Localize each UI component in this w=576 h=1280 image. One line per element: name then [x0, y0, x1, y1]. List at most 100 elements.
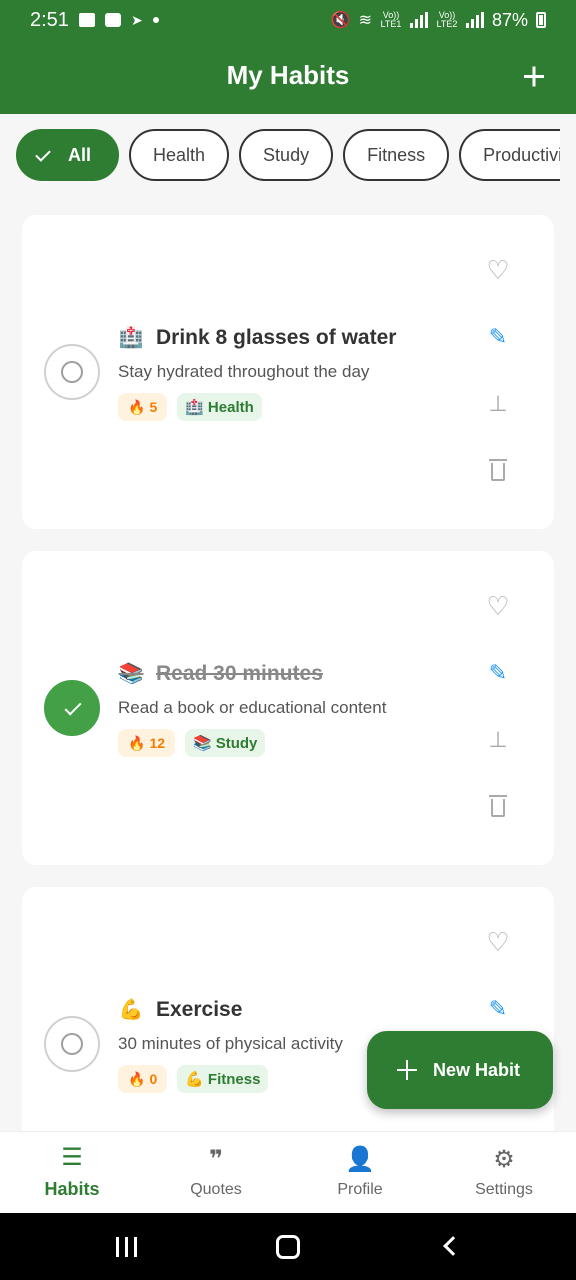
nav-label: Settings: [475, 1180, 533, 1198]
streak-badge: 🔥 0: [118, 1065, 168, 1093]
favorite-button[interactable]: ♡: [482, 926, 514, 958]
habit-tags: 🔥 5 🏥 Health: [118, 393, 262, 421]
streak-badge: 🔥 5: [118, 393, 168, 421]
complete-toggle[interactable]: [44, 344, 100, 400]
category-badge: 📚 Study: [185, 729, 266, 757]
habit-title: 📚 Read 30 minutes: [118, 661, 323, 686]
quote-icon: ❞: [208, 1145, 224, 1173]
nav-label: Quotes: [190, 1180, 242, 1198]
pencil-icon: ✎: [488, 996, 508, 1021]
category-emoji: 🏥: [185, 399, 204, 416]
filter-chip-label: Productivit: [483, 144, 560, 165]
app-bar: My Habits: [0, 40, 576, 114]
streak-count: 0: [149, 1071, 158, 1087]
pin-button[interactable]: ⊥: [482, 388, 514, 420]
habit-title: 💪 Exercise: [118, 997, 243, 1022]
habit-title-text: Exercise: [156, 997, 243, 1021]
youtube-icon: [104, 13, 121, 27]
sim2-label: Vo)) LTE2: [436, 10, 458, 29]
nav-label: Profile: [337, 1180, 383, 1198]
signal1-icon: [409, 12, 428, 28]
category-label: Fitness: [207, 1070, 261, 1088]
streak-count: 12: [149, 735, 166, 751]
habit-card[interactable]: 🏥 Drink 8 glasses of water Stay hydrated…: [22, 215, 554, 529]
filter-chip-productivity[interactable]: Productivit: [459, 129, 560, 181]
gear-icon: ⚙: [493, 1145, 515, 1173]
new-habit-label: New Habit: [433, 1059, 521, 1080]
battery-level: 87%: [491, 9, 528, 30]
pin-icon: ⊥: [488, 391, 508, 416]
category-badge: 💪 Fitness: [177, 1065, 269, 1093]
add-habit-icon[interactable]: [514, 56, 554, 96]
category-badge: 🏥 Health: [177, 393, 262, 421]
filter-chip-all[interactable]: All: [16, 129, 120, 181]
pencil-icon: ✎: [488, 660, 508, 685]
habit-card[interactable]: 📚 Read 30 minutes Read a book or educati…: [22, 551, 554, 865]
streak-badge: 🔥 12: [118, 729, 176, 757]
nav-item-settings[interactable]: ⚙ Settings: [432, 1132, 576, 1213]
filter-chip-health[interactable]: Health: [129, 129, 230, 181]
trash-icon: [489, 795, 507, 817]
mute-icon: 🔇: [330, 12, 351, 29]
delete-button[interactable]: [482, 792, 514, 824]
edit-button[interactable]: ✎: [482, 657, 514, 689]
habit-tags: 🔥 0 💪 Fitness: [118, 1065, 269, 1093]
telegram-icon: ➤: [130, 11, 143, 28]
favorite-button[interactable]: ♡: [482, 590, 514, 622]
flame-icon: 🔥: [128, 1070, 146, 1087]
check-icon: [35, 145, 51, 162]
filter-chip-fitness[interactable]: Fitness: [343, 129, 450, 181]
pencil-icon: ✎: [488, 324, 508, 349]
habit-emoji: 💪: [118, 999, 144, 1021]
home-icon[interactable]: [276, 1235, 300, 1259]
new-habit-button[interactable]: New Habit: [367, 1031, 553, 1109]
complete-toggle[interactable]: [44, 1016, 100, 1072]
notification-dot-icon: [152, 17, 159, 23]
delete-button[interactable]: [482, 456, 514, 488]
bottom-navigation: ☰ Habits ❞ Quotes 👤 Profile ⚙ Settings: [0, 1131, 576, 1213]
nav-item-habits[interactable]: ☰ Habits: [0, 1132, 144, 1213]
person-icon: 👤: [345, 1145, 375, 1173]
habit-title: 🏥 Drink 8 glasses of water: [118, 325, 397, 350]
status-bar: 2:51 ➤ 🔇 ≋ Vo)) LTE1 Vo)) LTE2 87%: [0, 0, 576, 40]
habit-description: 30 minutes of physical activity: [118, 1034, 343, 1053]
battery-icon: [536, 12, 546, 28]
complete-toggle[interactable]: [44, 680, 100, 736]
status-time: 2:51: [30, 8, 69, 31]
habit-emoji: 📚: [118, 663, 144, 685]
pin-button[interactable]: ⊥: [482, 724, 514, 756]
filter-chip-study[interactable]: Study: [239, 129, 334, 181]
flame-icon: 🔥: [128, 398, 146, 415]
favorite-button[interactable]: ♡: [482, 254, 514, 286]
category-label: Study: [215, 734, 258, 752]
signal2-icon: [465, 12, 484, 28]
flame-icon: 🔥: [128, 734, 146, 751]
pin-icon: ⊥: [488, 727, 508, 752]
nav-item-quotes[interactable]: ❞ Quotes: [144, 1132, 288, 1213]
streak-count: 5: [149, 399, 158, 415]
edit-button[interactable]: ✎: [482, 993, 514, 1025]
category-emoji: 📚: [193, 735, 212, 752]
plus-icon: [397, 1060, 417, 1080]
habit-emoji: 🏥: [118, 327, 144, 349]
system-nav-bar: [0, 1213, 576, 1280]
filter-chip-label: Study: [263, 144, 310, 165]
gallery-icon: [78, 13, 95, 27]
back-icon[interactable]: [443, 1236, 463, 1256]
recents-icon[interactable]: [116, 1237, 137, 1257]
sim1-label: Vo)) LTE1: [380, 10, 402, 29]
heart-icon: ♡: [486, 590, 510, 621]
filter-chip-label: Fitness: [367, 144, 426, 165]
heart-icon: ♡: [486, 926, 510, 957]
category-label: Health: [207, 398, 254, 416]
trash-icon: [489, 459, 507, 481]
nav-label: Habits: [44, 1179, 100, 1199]
nav-item-profile[interactable]: 👤 Profile: [288, 1132, 432, 1213]
list-icon: ☰: [61, 1144, 83, 1171]
filter-chip-label: All: [68, 144, 92, 165]
edit-button[interactable]: ✎: [482, 321, 514, 353]
category-filter-bar: All Health Study Fitness Productivit: [16, 129, 560, 183]
habit-title-text: Read 30 minutes: [156, 661, 323, 685]
habit-title-text: Drink 8 glasses of water: [156, 325, 397, 349]
wifi-icon: ≋: [358, 12, 372, 29]
